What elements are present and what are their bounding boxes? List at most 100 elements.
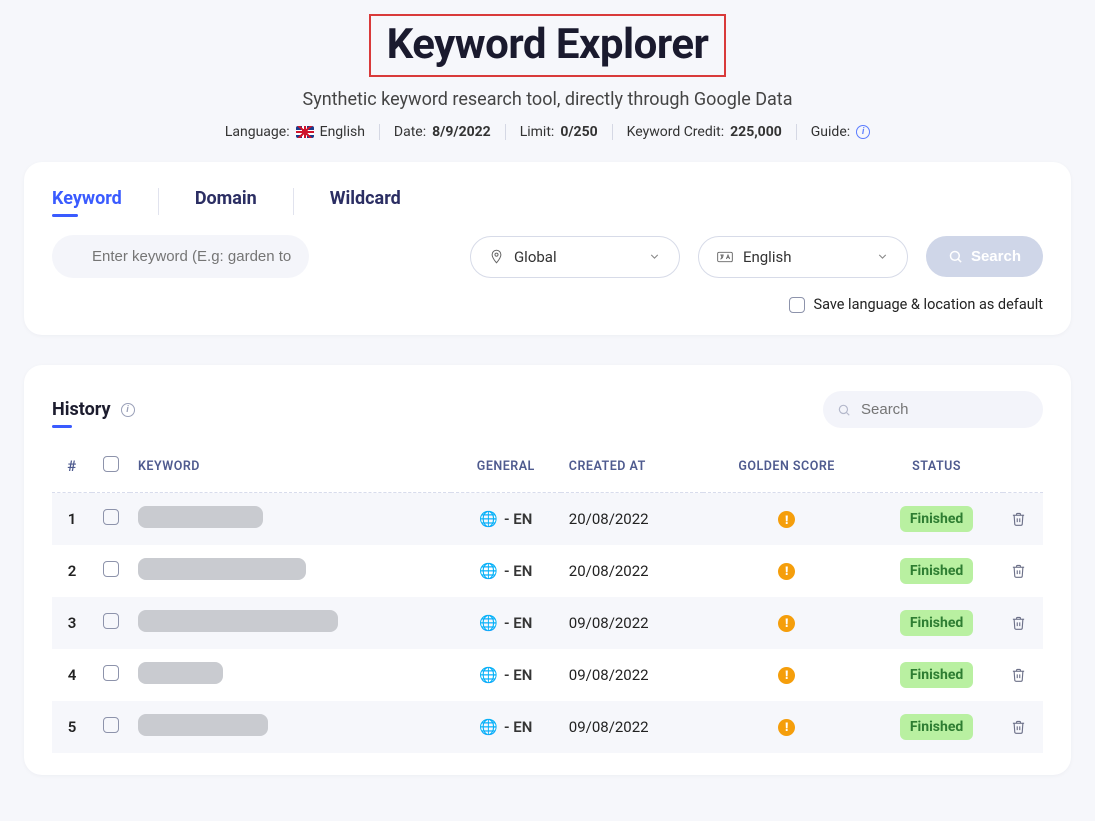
row-index: 3 <box>52 597 92 649</box>
row-keyword <box>130 493 451 545</box>
col-status: STATUS <box>870 446 1003 493</box>
chevron-down-icon <box>648 250 661 263</box>
col-created: CREATED AT <box>561 446 703 493</box>
meta-limit: Limit: 0/250 <box>506 124 613 140</box>
col-select <box>92 446 130 493</box>
row-created: 09/08/2022 <box>561 597 703 649</box>
save-default-label: Save language & location as default <box>813 296 1043 313</box>
row-status: Finished <box>870 649 1003 701</box>
history-search-input[interactable] <box>823 391 1043 428</box>
meta-credit: Keyword Credit: 225,000 <box>613 124 797 140</box>
row-status: Finished <box>870 701 1003 753</box>
trash-icon[interactable] <box>1011 563 1035 579</box>
meta-guide-label: Guide: <box>811 124 850 140</box>
meta-language[interactable]: Language: English <box>211 124 380 140</box>
history-card: History i # KEYWORD GENERAL CREATED AT G… <box>24 365 1071 775</box>
col-index: # <box>52 446 92 493</box>
history-search-wrap <box>823 391 1043 428</box>
globe-icon: 🌐 <box>479 562 498 580</box>
status-badge: Finished <box>900 662 973 688</box>
row-keyword <box>130 597 451 649</box>
translate-icon <box>717 250 733 264</box>
info-icon[interactable]: i <box>856 125 870 139</box>
meta-credit-label: Keyword Credit: <box>627 124 724 140</box>
row-general: 🌐 - EN <box>451 597 561 649</box>
location-value: Global <box>514 248 557 266</box>
globe-icon: 🌐 <box>479 510 498 528</box>
row-created: 09/08/2022 <box>561 701 703 753</box>
trash-icon[interactable] <box>1011 615 1035 631</box>
status-badge: Finished <box>900 558 973 584</box>
warning-icon: ! <box>778 563 795 580</box>
row-checkbox[interactable] <box>103 561 119 577</box>
trash-icon[interactable] <box>1011 667 1035 683</box>
meta-date-label: Date: <box>394 124 426 140</box>
language-dropdown[interactable]: English <box>698 236 908 278</box>
row-created: 09/08/2022 <box>561 649 703 701</box>
row-created: 20/08/2022 <box>561 493 703 545</box>
meta-credit-value: 225,000 <box>730 124 782 140</box>
row-index: 4 <box>52 649 92 701</box>
pin-icon <box>489 249 504 264</box>
warning-icon: ! <box>778 719 795 736</box>
warning-icon: ! <box>778 615 795 632</box>
tab-domain[interactable]: Domain <box>195 188 294 215</box>
row-checkbox[interactable] <box>103 509 119 525</box>
search-button[interactable]: Search <box>926 236 1043 277</box>
status-badge: Finished <box>900 714 973 740</box>
search-card: Keyword Domain Wildcard Global <box>24 162 1071 335</box>
status-badge: Finished <box>900 506 973 532</box>
keyword-input[interactable] <box>52 235 309 278</box>
redacted-pill <box>138 506 263 528</box>
row-golden: ! <box>703 597 870 649</box>
globe-icon: 🌐 <box>479 666 498 684</box>
warning-icon: ! <box>778 667 795 684</box>
meta-guide[interactable]: Guide: i <box>797 124 884 140</box>
history-header: History i <box>52 391 1043 428</box>
row-checkbox[interactable] <box>103 613 119 629</box>
row-index: 5 <box>52 701 92 753</box>
history-title: History i <box>52 399 135 420</box>
meta-limit-value: 0/250 <box>560 124 597 140</box>
tab-wildcard[interactable]: Wildcard <box>330 188 401 215</box>
info-icon[interactable]: i <box>121 403 135 417</box>
trash-icon[interactable] <box>1011 511 1035 527</box>
select-all-checkbox[interactable] <box>103 456 119 472</box>
search-tabs: Keyword Domain Wildcard <box>52 188 1043 215</box>
page-title: Keyword Explorer <box>387 20 709 69</box>
table-row[interactable]: 5🌐 - EN09/08/2022!Finished <box>52 701 1043 753</box>
search-row: Global English Search <box>52 235 1043 278</box>
row-golden: ! <box>703 545 870 597</box>
redacted-pill <box>138 714 268 736</box>
tab-keyword[interactable]: Keyword <box>52 188 159 215</box>
table-row[interactable]: 2🌐 - EN20/08/2022!Finished <box>52 545 1043 597</box>
table-row[interactable]: 4🌐 - EN09/08/2022!Finished <box>52 649 1043 701</box>
save-default-checkbox[interactable] <box>789 297 805 313</box>
history-title-text: History <box>52 399 111 420</box>
table-row[interactable]: 3 🌐 - EN09/08/2022! Finished <box>52 597 1043 649</box>
page-header: Keyword Explorer Synthetic keyword resea… <box>0 0 1095 162</box>
meta-limit-label: Limit: <box>520 124 555 140</box>
meta-language-label: Language: <box>225 124 290 140</box>
trash-icon[interactable] <box>1011 719 1035 735</box>
meta-date: Date: 8/9/2022 <box>380 124 506 140</box>
search-icon <box>837 403 851 417</box>
row-keyword <box>130 649 451 701</box>
table-row[interactable]: 1🌐 - EN20/08/2022!Finished <box>52 493 1043 545</box>
warning-icon: ! <box>778 511 795 528</box>
row-status: Finished <box>870 597 1003 649</box>
row-checkbox[interactable] <box>103 717 119 733</box>
row-status: Finished <box>870 545 1003 597</box>
row-checkbox[interactable] <box>103 665 119 681</box>
search-button-label: Search <box>971 248 1021 265</box>
save-default-row: Save language & location as default <box>52 296 1043 313</box>
row-created: 20/08/2022 <box>561 545 703 597</box>
keyword-input-wrap <box>52 235 452 278</box>
location-dropdown[interactable]: Global <box>470 236 680 278</box>
row-golden: ! <box>703 701 870 753</box>
row-index: 1 <box>52 493 92 545</box>
row-keyword <box>130 545 451 597</box>
page-subtitle: Synthetic keyword research tool, directl… <box>0 89 1095 110</box>
redacted-pill <box>138 610 338 632</box>
col-golden: GOLDEN SCORE <box>703 446 870 493</box>
